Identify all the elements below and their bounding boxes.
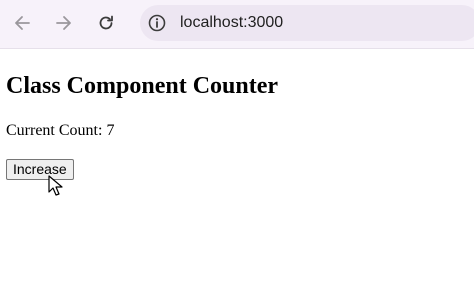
url-text[interactable]: localhost:3000 [180, 5, 283, 41]
reload-icon [99, 15, 113, 30]
arrow-right-icon [56, 16, 71, 30]
reload-button[interactable] [92, 9, 120, 37]
back-button[interactable] [8, 9, 36, 37]
browser-toolbar: localhost:3000 [0, 0, 474, 49]
forward-button[interactable] [50, 9, 78, 37]
current-count: Current Count: 7 [6, 122, 115, 139]
page-title: Class Component Counter [6, 73, 279, 99]
arrow-left-icon [15, 16, 30, 30]
info-circle-icon[interactable] [147, 13, 167, 33]
address-bar[interactable]: localhost:3000 [140, 5, 474, 41]
arrow-cursor-icon [48, 175, 63, 196]
